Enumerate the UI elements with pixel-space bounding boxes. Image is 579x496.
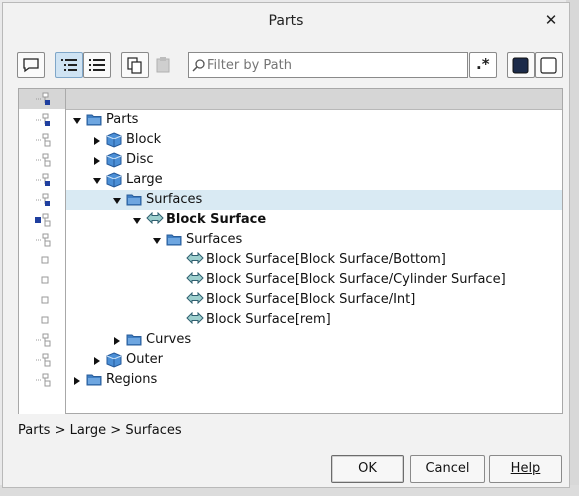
tree-row[interactable]: Surfaces: [66, 190, 562, 210]
tree-row[interactable]: Surfaces: [66, 230, 562, 250]
flat-list-button[interactable]: [83, 52, 111, 78]
copy-button[interactable]: [121, 52, 149, 78]
tree-row-label: Block Surface[Block Surface/Bottom]: [206, 252, 446, 267]
visibility-marker-icon[interactable]: [35, 233, 51, 247]
empty-square-icon: [540, 57, 557, 74]
folder-icon: [86, 372, 102, 388]
tree-row-label: Block Surface: [166, 212, 267, 227]
visibility-marker-icon[interactable]: [35, 273, 49, 287]
help-label: Help: [510, 461, 541, 476]
search-icon: [192, 59, 205, 72]
comment-button[interactable]: [17, 52, 45, 78]
visibility-marker-icon[interactable]: [35, 373, 51, 387]
visibility-marker-icon[interactable]: [35, 193, 50, 207]
expanded-arrow-icon[interactable]: [132, 215, 142, 225]
title-bar: Parts ✕: [3, 3, 569, 41]
visibility-marker-icon[interactable]: [35, 133, 51, 147]
tree-row[interactable]: Block Surface: [66, 210, 562, 230]
tree-row-label: Surfaces: [146, 192, 203, 207]
tree-row[interactable]: Outer: [66, 350, 562, 370]
regex-label: .*: [476, 55, 490, 73]
surface-icon: [186, 251, 204, 268]
tree-row-label: Block Surface[Block Surface/Cylinder Sur…: [206, 272, 506, 287]
ok-button[interactable]: OK: [331, 455, 404, 483]
visibility-marker-icon[interactable]: [35, 293, 49, 307]
tree-row-label: Curves: [146, 332, 192, 347]
filled-square-icon: [512, 57, 529, 74]
folder-icon: [166, 232, 182, 248]
select-all-button[interactable]: [507, 52, 535, 78]
collapsed-arrow-icon[interactable]: [92, 355, 102, 365]
tree-row[interactable]: Large: [66, 170, 562, 190]
visibility-marker-icon[interactable]: [35, 153, 51, 167]
breadcrumb: Parts > Large > Surfaces: [18, 423, 182, 438]
parts-dialog: Parts ✕ .* Parts Block Disc Large Surfaces Bl…: [2, 2, 570, 488]
collapsed-arrow-icon[interactable]: [92, 135, 102, 145]
tree-row[interactable]: Block Surface[Block Surface/Int]: [66, 290, 562, 310]
expanded-arrow-icon[interactable]: [152, 235, 162, 245]
collapsed-arrow-icon[interactable]: [92, 155, 102, 165]
tree-row[interactable]: Curves: [66, 330, 562, 350]
tree-row-label: Regions: [106, 372, 158, 387]
surface-icon: [186, 311, 204, 328]
filter-field[interactable]: [188, 52, 468, 78]
regex-toggle-button[interactable]: .*: [469, 52, 497, 78]
visibility-marker-icon[interactable]: [35, 333, 51, 347]
collapsed-arrow-icon[interactable]: [72, 375, 82, 385]
tree-row-label: Outer: [126, 352, 163, 367]
tree-row-label: Block: [126, 132, 162, 147]
visibility-marker-icon[interactable]: [35, 253, 49, 267]
tree-row-label: Block Surface[rem]: [206, 312, 331, 327]
tree-row[interactable]: Regions: [66, 370, 562, 390]
tree-row[interactable]: Block Surface[Block Surface/Cylinder Sur…: [66, 270, 562, 290]
tree-panel: Parts Block Disc Large Surfaces Block Surface…: [18, 88, 563, 414]
part-icon: [106, 352, 122, 368]
tree-row[interactable]: Block Surface[rem]: [66, 310, 562, 330]
cancel-button[interactable]: Cancel: [410, 455, 485, 483]
deselect-all-button[interactable]: [535, 52, 563, 78]
folder-icon: [86, 112, 102, 128]
visibility-marker-icon[interactable]: [35, 213, 51, 227]
header-divider: [65, 89, 66, 109]
surface-icon: [146, 211, 164, 228]
tree-row[interactable]: Disc: [66, 150, 562, 170]
copy-icon: [127, 57, 142, 74]
visibility-marker-icon[interactable]: [35, 353, 51, 367]
surface-icon: [186, 291, 204, 308]
tree-row[interactable]: Block Surface[Block Surface/Bottom]: [66, 250, 562, 270]
folder-icon: [126, 192, 142, 208]
tree-view-button[interactable]: [55, 52, 83, 78]
help-button[interactable]: Help: [489, 455, 562, 483]
expanded-arrow-icon[interactable]: [112, 195, 122, 205]
tree-row-label: Block Surface[Block Surface/Int]: [206, 292, 416, 307]
tree-row[interactable]: Block: [66, 130, 562, 150]
paste-icon: [154, 56, 172, 74]
tree-row-label: Large: [126, 172, 163, 187]
filter-input[interactable]: [207, 55, 457, 75]
tree-row-label: Surfaces: [186, 232, 243, 247]
tree-row-label: Parts: [106, 112, 139, 127]
close-icon[interactable]: ✕: [543, 12, 559, 28]
tree-row-label: Disc: [126, 152, 154, 167]
collapsed-arrow-icon[interactable]: [112, 335, 122, 345]
folder-icon: [126, 332, 142, 348]
part-icon: [106, 152, 122, 168]
tree-row[interactable]: Parts: [66, 110, 562, 130]
part-icon: [106, 132, 122, 148]
expanded-arrow-icon[interactable]: [72, 115, 82, 125]
expanded-arrow-icon[interactable]: [92, 175, 102, 185]
tree-header: [19, 89, 562, 110]
visibility-marker-icon[interactable]: [35, 313, 49, 327]
visibility-marker-icon[interactable]: [35, 113, 50, 127]
part-icon: [106, 172, 122, 188]
visibility-marker-icon[interactable]: [35, 173, 50, 187]
flat-list-icon: [89, 59, 105, 71]
header-marker-icon[interactable]: [35, 92, 50, 106]
tree-list-icon: [61, 59, 77, 71]
speech-bubble-icon: [23, 58, 39, 73]
surface-icon: [186, 271, 204, 288]
dialog-title: Parts: [268, 13, 304, 29]
